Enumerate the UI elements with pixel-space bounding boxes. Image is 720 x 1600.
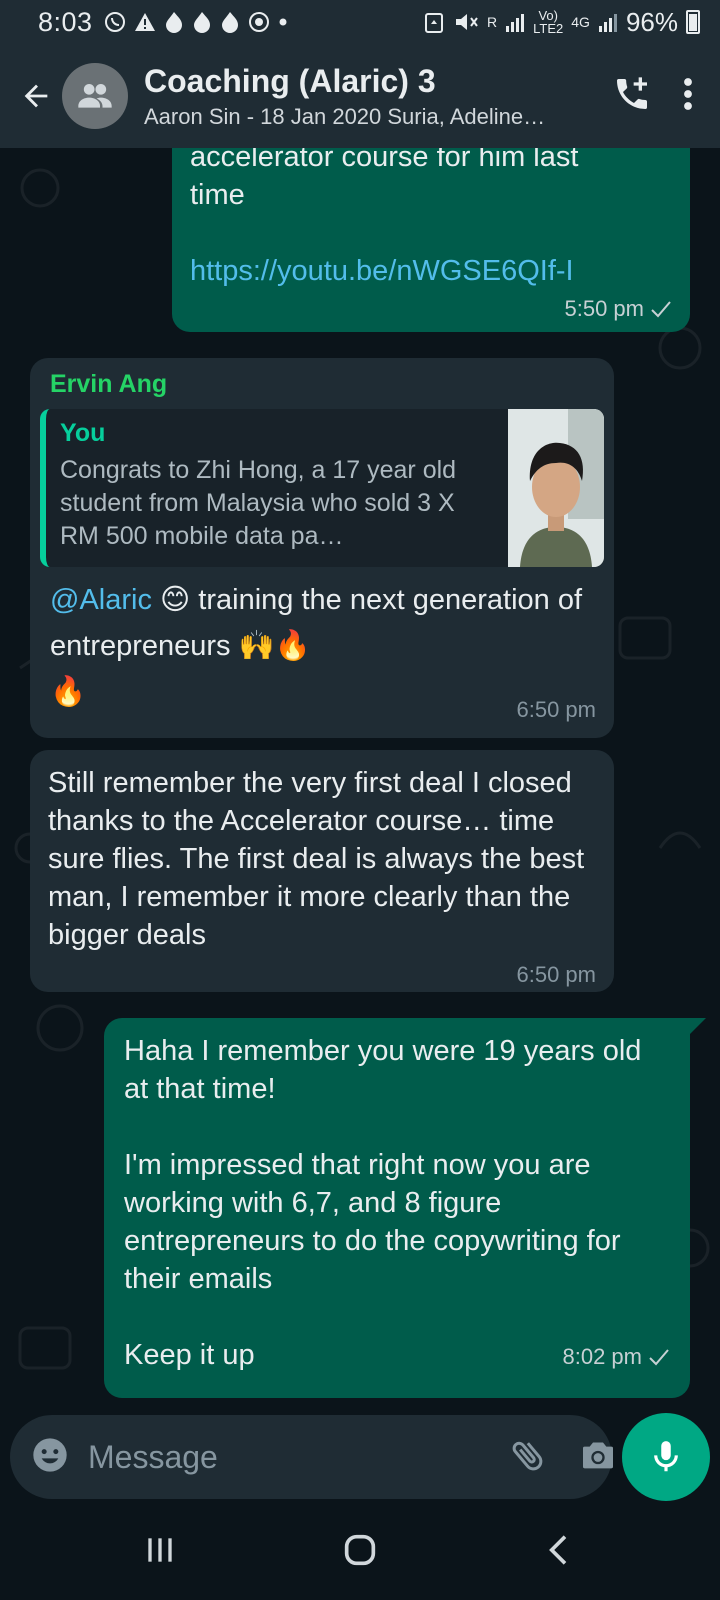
flame-notification-icon bbox=[165, 12, 182, 33]
warning-icon bbox=[134, 13, 155, 31]
message-text: accelerator course for him last time bbox=[190, 148, 579, 211]
paperclip-icon bbox=[512, 1441, 543, 1470]
flame-notification-icon bbox=[193, 12, 210, 33]
system-nav-bar bbox=[0, 1504, 720, 1600]
message-time: 6:50 pm bbox=[516, 697, 597, 722]
volte-label: Vo) LTE2 bbox=[533, 8, 564, 36]
status-time: 8:03 bbox=[38, 6, 93, 37]
mute-icon bbox=[456, 14, 478, 30]
incoming-message[interactable]: Still remember the very first deal I clo… bbox=[30, 750, 614, 992]
whatsapp-notification-icon bbox=[104, 12, 125, 32]
chat-title: Coaching (Alaric) 3 bbox=[144, 62, 436, 99]
menu-button[interactable] bbox=[682, 76, 694, 117]
roaming-label: R bbox=[487, 14, 498, 30]
quoted-text: Congrats to Zhi Hong, a 17 year old stud… bbox=[60, 456, 457, 550]
bubble-tail bbox=[690, 1018, 706, 1034]
battery-icon bbox=[686, 10, 700, 34]
sent-check-icon bbox=[649, 1349, 669, 1366]
quoted-image-thumbnail bbox=[508, 409, 604, 567]
message-time: 8:02 pm bbox=[562, 1344, 643, 1369]
user-mention[interactable]: @Alaric bbox=[50, 584, 152, 616]
message-meta: 6:50 pm bbox=[40, 697, 604, 723]
message-link[interactable]: https://youtu.be/nWGSE6QIf-I bbox=[190, 252, 672, 290]
emoji: 😊 bbox=[160, 584, 191, 616]
message-list[interactable]: accelerator course for him last time htt… bbox=[0, 148, 720, 1410]
emoji-button[interactable] bbox=[30, 1435, 70, 1480]
message-meta: 6:50 pm bbox=[48, 962, 597, 988]
quoted-message[interactable]: You Congrats to Zhi Hong, a 17 year old … bbox=[40, 409, 604, 567]
message-meta: 5:50 pm bbox=[190, 296, 672, 322]
signal-icon bbox=[506, 14, 525, 32]
emoji-icon bbox=[33, 1437, 67, 1472]
network-label: 4G bbox=[571, 14, 590, 30]
back-nav-button[interactable] bbox=[540, 1530, 580, 1575]
dot-icon bbox=[279, 18, 287, 26]
back-arrow-icon bbox=[24, 84, 48, 108]
back-button[interactable] bbox=[16, 76, 56, 116]
message-input-box[interactable] bbox=[10, 1415, 613, 1499]
microphone-icon bbox=[654, 1441, 678, 1472]
recent-apps-button[interactable] bbox=[140, 1530, 180, 1575]
compose-bar bbox=[0, 1410, 720, 1504]
message-text: Haha I remember you were 19 years old at… bbox=[124, 1035, 642, 1371]
status-bar: 8:03 R Vo) LTE2 4G 96% bbox=[0, 0, 720, 44]
recent-apps-icon bbox=[148, 1537, 172, 1562]
quoted-author: You bbox=[60, 419, 106, 447]
group-icon bbox=[78, 84, 112, 108]
globe-notification-icon bbox=[248, 12, 269, 32]
recycle-icon bbox=[425, 13, 444, 33]
flame-notification-icon bbox=[221, 12, 238, 33]
signal-icon-2 bbox=[598, 14, 617, 32]
message-text: Still remember the very first deal I clo… bbox=[48, 767, 593, 951]
person-photo bbox=[508, 409, 604, 567]
camera-icon bbox=[583, 1442, 613, 1468]
message-time: 6:50 pm bbox=[516, 962, 597, 987]
message-text: @Alaric 😊 training the next generation o… bbox=[50, 584, 591, 708]
phone-add-icon bbox=[617, 76, 647, 109]
sender-name[interactable]: Ervin Ang bbox=[40, 370, 604, 399]
camera-button[interactable] bbox=[578, 1435, 618, 1480]
sent-check-icon bbox=[651, 301, 671, 318]
home-button[interactable] bbox=[340, 1530, 380, 1575]
voice-record-button[interactable] bbox=[622, 1413, 710, 1501]
battery-percentage: 96% bbox=[625, 6, 678, 37]
chat-header: Coaching (Alaric) 3 Aaron Sin - 18 Jan 2… bbox=[0, 44, 720, 148]
emoji: 🙌🔥 bbox=[238, 630, 311, 662]
message-input[interactable] bbox=[88, 1438, 508, 1476]
message-time: 5:50 pm bbox=[564, 296, 645, 321]
more-vert-icon bbox=[684, 77, 692, 110]
add-call-button[interactable] bbox=[612, 74, 652, 119]
chevron-left-icon bbox=[549, 1534, 567, 1565]
chat-participants: Aaron Sin - 18 Jan 2020 Suria, Adeline… bbox=[144, 103, 546, 129]
outgoing-message[interactable]: accelerator course for him last time htt… bbox=[172, 148, 690, 332]
home-icon bbox=[344, 1534, 376, 1565]
outgoing-message[interactable]: Haha I remember you were 19 years old at… bbox=[104, 1018, 690, 1398]
group-avatar[interactable] bbox=[62, 63, 128, 129]
chat-info[interactable]: Coaching (Alaric) 3 Aaron Sin - 18 Jan 2… bbox=[144, 63, 612, 130]
incoming-message[interactable]: Ervin Ang You Congrats to Zhi Hong, a 17… bbox=[30, 358, 614, 738]
emoji: 🔥 bbox=[50, 676, 87, 708]
attach-button[interactable] bbox=[508, 1435, 548, 1480]
notification-icons bbox=[103, 10, 289, 34]
